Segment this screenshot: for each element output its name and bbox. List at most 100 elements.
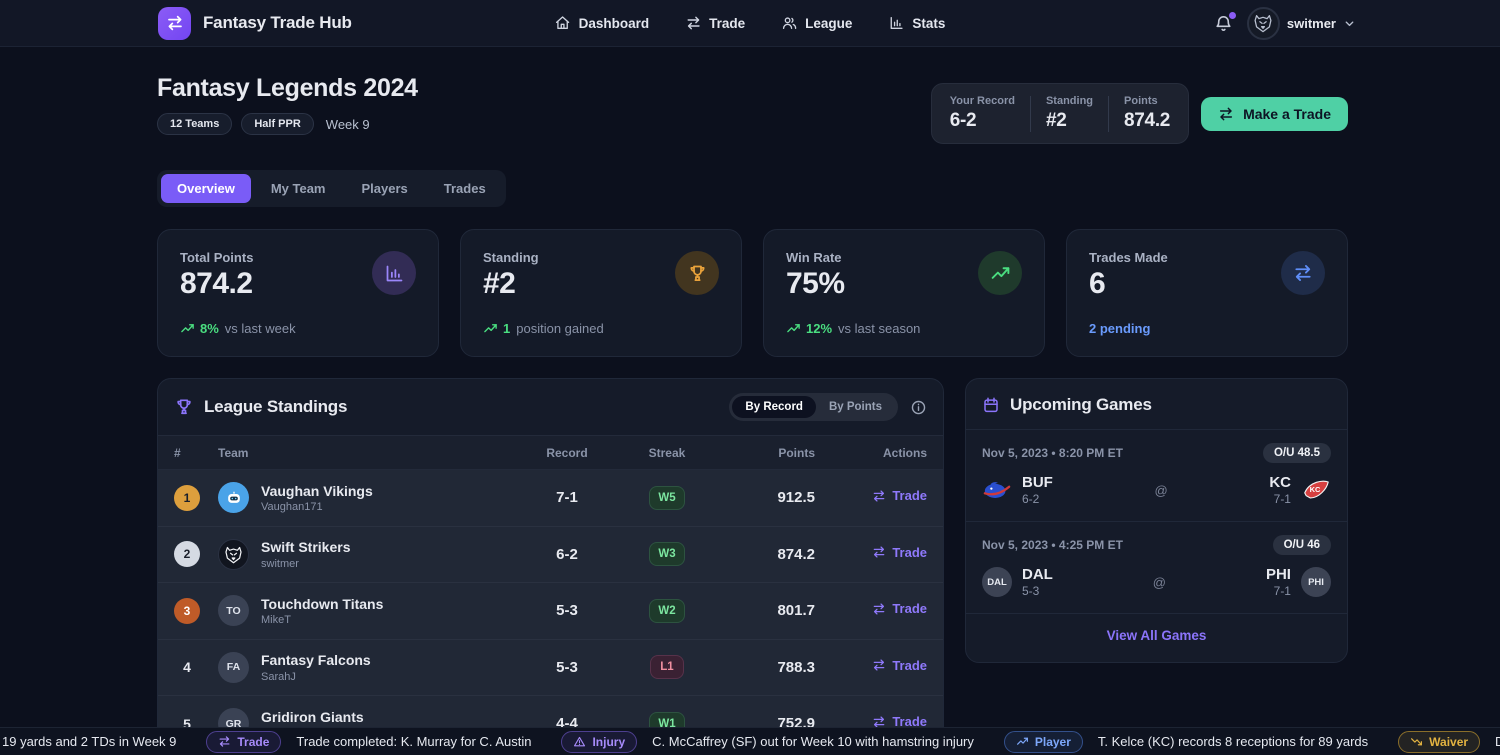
view-all-games-link[interactable]: View All Games: [966, 614, 1347, 657]
chiefs-logo: [1301, 475, 1331, 505]
info-icon[interactable]: [910, 399, 927, 416]
nav-item-dashboard[interactable]: Dashboard: [555, 15, 650, 31]
team-name: Gridiron Giants: [261, 709, 364, 727]
swap-icon: [872, 489, 886, 503]
brand[interactable]: Fantasy Trade Hub: [158, 7, 352, 40]
col-record: Record: [519, 446, 615, 460]
table-row[interactable]: 1 Vaughan Vikings Vaughan171 7-1 W5 912.…: [158, 470, 943, 527]
tab-trades[interactable]: Trades: [428, 174, 502, 203]
summary-value-points: 874.2: [1124, 110, 1170, 132]
news-ticker[interactable]: 19 yards and 2 TDs in Week 9 Trade Trade…: [0, 727, 1500, 755]
at-symbol: @: [1154, 483, 1167, 498]
record-summary-card: Your Record 6-2 Standing #2 Points 874.2: [931, 83, 1189, 144]
streak-badge: W3: [649, 542, 684, 566]
stat-note: position gained: [516, 321, 603, 336]
wolf-mascot-avatar: [218, 539, 249, 570]
trade-button[interactable]: Trade: [872, 545, 927, 560]
trophy-icon: [174, 397, 194, 417]
toggle-by-points[interactable]: By Points: [816, 396, 895, 418]
team-owner: MikeT: [261, 614, 383, 626]
app-logo-swap-icon: [158, 7, 191, 40]
top-nav: Fantasy Trade Hub Dashboard Trade League…: [0, 0, 1500, 47]
over-under-badge: O/U 46: [1273, 535, 1331, 555]
tab-my-team[interactable]: My Team: [255, 174, 342, 203]
trade-button[interactable]: Trade: [872, 658, 927, 673]
chevron-down-icon: [1343, 17, 1356, 30]
toggle-by-record[interactable]: By Record: [732, 396, 816, 418]
pending-trades-link[interactable]: 2 pending: [1089, 321, 1150, 336]
trending-down-icon: [1410, 735, 1423, 748]
summary-value-standing: #2: [1046, 110, 1093, 132]
stat-delta: 8%: [200, 321, 219, 336]
stat-delta: 1: [503, 321, 510, 336]
points-value: 801.7: [719, 602, 815, 619]
user-menu[interactable]: switmer: [1247, 7, 1356, 40]
tab-players[interactable]: Players: [346, 174, 424, 203]
ticker-text: Trade completed: K. Murray for C. Austin: [296, 734, 531, 749]
rank-badge: 2: [174, 541, 200, 567]
ticker-text: C. McCaffrey (SF) out for Week 10 with h…: [652, 734, 974, 749]
record-value: 5-3: [519, 659, 615, 676]
ticker-text: D. Hopkins claimed off waivers: [1495, 734, 1500, 749]
initials-avatar: FA: [218, 652, 249, 683]
nav-item-league[interactable]: League: [781, 15, 852, 31]
nav-item-stats[interactable]: Stats: [888, 15, 945, 31]
table-row[interactable]: 3 TO Touchdown Titans MikeT 5-3 W2 801.7…: [158, 583, 943, 640]
table-row[interactable]: 2 Swift Strikers switmer 6-2 W3 874.2 Tr…: [158, 527, 943, 584]
stat-card-win-rate: Win Rate 75% 12% vs last season: [763, 229, 1045, 357]
points-value: 912.5: [719, 489, 815, 506]
streak-badge: L1: [650, 655, 684, 679]
make-a-trade-button[interactable]: Make a Trade: [1201, 97, 1348, 131]
table-row[interactable]: 4 FA Fantasy Falcons SarahJ 5-3 L1 788.3…: [158, 640, 943, 697]
ticker-text: 19 yards and 2 TDs in Week 9: [2, 734, 176, 749]
team-name: Fantasy Falcons: [261, 652, 371, 670]
ticker-text: T. Kelce (KC) records 8 receptions for 8…: [1098, 734, 1368, 749]
away-team-abbr: BUF: [1022, 474, 1053, 491]
home-team-record: 7-1: [1269, 492, 1291, 506]
summary-value-record: 6-2: [950, 110, 1015, 132]
game-card[interactable]: Nov 5, 2023 • 4:25 PM ET O/U 46 DAL DAL …: [966, 522, 1347, 614]
trade-badge: Trade: [206, 731, 281, 753]
league-standings-panel: League Standings By Record By Points # T…: [157, 378, 944, 754]
main-nav: Dashboard Trade League Stats: [555, 0, 946, 46]
waiver-badge: Waiver: [1398, 731, 1480, 753]
rank-badge: 1: [174, 485, 200, 511]
game-date: Nov 5, 2023 • 8:20 PM ET: [982, 446, 1123, 460]
bar-chart-icon: [372, 251, 416, 295]
summary-label: Your Record: [950, 95, 1015, 107]
col-team: Team: [218, 446, 519, 460]
tab-overview[interactable]: Overview: [161, 174, 251, 203]
game-card[interactable]: Nov 5, 2023 • 8:20 PM ET O/U 48.5 BUF 6-…: [966, 430, 1347, 522]
trade-button[interactable]: Trade: [872, 488, 927, 503]
record-value: 7-1: [519, 489, 615, 506]
nav-item-label: Trade: [709, 16, 745, 31]
scoring-badge: Half PPR: [241, 113, 313, 135]
upcoming-games-panel: Upcoming Games Nov 5, 2023 • 8:20 PM ET …: [965, 378, 1348, 663]
away-team-record: 6-2: [1022, 492, 1053, 506]
home-team-abbr: PHI: [1266, 566, 1291, 583]
bar-chart-icon: [888, 15, 904, 31]
stat-note: vs last season: [838, 321, 920, 336]
notifications-button[interactable]: [1214, 14, 1233, 33]
swap-icon: [872, 602, 886, 616]
bills-logo: [982, 475, 1012, 505]
nav-right: switmer: [1214, 7, 1476, 40]
users-icon: [781, 15, 797, 31]
standings-title: League Standings: [204, 397, 347, 417]
team-name: Swift Strikers: [261, 539, 350, 557]
swap-icon: [685, 15, 701, 31]
trophy-icon: [675, 251, 719, 295]
trending-up-icon: [786, 321, 801, 336]
team-abbr-avatar: DAL: [982, 567, 1012, 597]
away-team-record: 5-3: [1022, 584, 1053, 598]
stat-card-standing: Standing #2 1 position gained: [460, 229, 742, 357]
swap-icon: [1218, 106, 1234, 122]
page-header: Fantasy Legends 2024 12 Teams Half PPR W…: [157, 74, 1348, 144]
col-streak: Streak: [615, 446, 719, 460]
robot-avatar: [218, 482, 249, 513]
nav-item-trade[interactable]: Trade: [685, 15, 745, 31]
at-symbol: @: [1153, 575, 1166, 590]
stat-card-total-points: Total Points 874.2 8% vs last week: [157, 229, 439, 357]
sort-toggle: By Record By Points: [729, 393, 898, 421]
trade-button[interactable]: Trade: [872, 601, 927, 616]
